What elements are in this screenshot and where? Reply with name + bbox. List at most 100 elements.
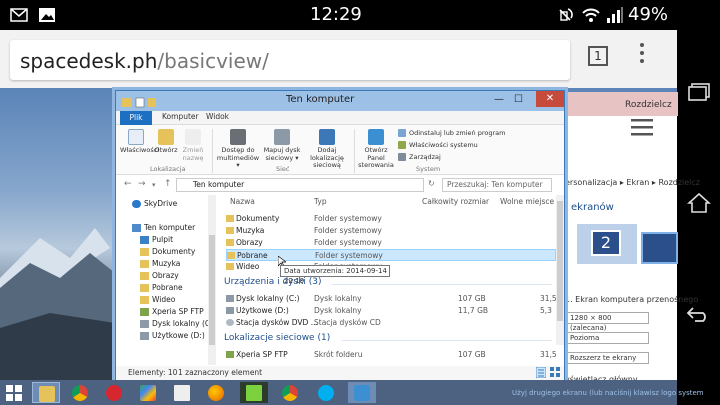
windows-start-icon[interactable]: [6, 385, 22, 405]
browser-menu-icon[interactable]: [640, 43, 646, 67]
system-properties-button[interactable]: Właściwości systemu: [398, 141, 478, 149]
close-icon[interactable]: ✕: [536, 91, 564, 107]
file-explorer-icon[interactable]: [32, 382, 60, 403]
url-input[interactable]: spacedesk.ph/basicview/: [10, 40, 570, 80]
up-arrow-icon[interactable]: ↑: [164, 179, 172, 189]
tab-computer[interactable]: Komputer: [162, 112, 199, 121]
display-select[interactable]: 1. Ekran komputera przenośnego: [565, 295, 698, 304]
orientation-select[interactable]: Pozioma: [567, 332, 649, 344]
drive-icon: [140, 320, 149, 328]
firefox-icon[interactable]: [202, 382, 230, 403]
chrome-2-icon[interactable]: [276, 382, 304, 403]
play-store-icon[interactable]: [134, 382, 162, 403]
maximize-icon[interactable]: ☐: [514, 94, 523, 105]
open-icon: [158, 129, 174, 145]
list-item[interactable]: Stacja dysków DVD ... Stacja dysków CD: [226, 317, 556, 329]
nav-item-downloads[interactable]: Pobrane: [140, 283, 183, 292]
chrome-icon[interactable]: [66, 382, 94, 403]
column-name[interactable]: Nazwa: [230, 197, 255, 206]
bgwin-breadcrumb: ersonalizacja ▸ Ekran ▸ Rozdzielcz: [565, 178, 701, 187]
terminal-icon[interactable]: [240, 382, 268, 403]
tiles-view-icon[interactable]: [550, 367, 560, 380]
nav-item-pictures[interactable]: Obrazy: [140, 271, 179, 280]
recent-apps-icon[interactable]: [687, 82, 711, 106]
multi-display-select[interactable]: Rozszerz te ekrany: [567, 352, 649, 364]
properties-button[interactable]: Właściwości: [120, 129, 159, 155]
nav-item-videos[interactable]: Wideo: [140, 295, 175, 304]
section-devices[interactable]: Urządzenia i dyski (3): [224, 277, 322, 287]
content-scroll-thumb[interactable]: [557, 201, 563, 321]
list-item-selected[interactable]: Pobrane Folder systemowy: [226, 249, 556, 261]
monitor-1-preview[interactable]: [641, 232, 678, 264]
back-icon[interactable]: [685, 305, 711, 327]
media-access-button[interactable]: Dostęp do multimediów ▾: [216, 129, 260, 170]
nav-item-desktop[interactable]: Pulpit: [140, 235, 173, 244]
history-chevron-icon[interactable]: ▾: [152, 181, 156, 189]
column-total-size[interactable]: Całkowity rozmiar: [422, 197, 489, 206]
nav-item-skydrive[interactable]: SkyDrive: [132, 199, 177, 208]
tab-file[interactable]: Plik: [120, 111, 152, 125]
refresh-icon[interactable]: ↻: [428, 179, 435, 188]
skype-icon[interactable]: [312, 382, 340, 403]
column-type[interactable]: Typ: [314, 197, 327, 206]
address-input[interactable]: Ten komputer: [176, 178, 424, 192]
android-status-bar: 12:29 49%: [0, 0, 677, 30]
content-scrollbar[interactable]: [556, 195, 564, 345]
notepad-icon[interactable]: [168, 382, 196, 403]
list-item[interactable]: Użytkowe (D:) Dysk lokalny 11,7 GB 5,3: [226, 305, 556, 317]
hamburger-icon[interactable]: [631, 118, 655, 140]
map-drive-icon: [274, 129, 290, 145]
list-item[interactable]: Dokumenty Folder systemowy: [226, 213, 556, 225]
add-network-location-button[interactable]: Dodaj lokalizację sieciową: [304, 129, 350, 170]
forward-arrow-icon[interactable]: →: [138, 179, 146, 189]
monitor-preview[interactable]: 2: [577, 224, 637, 264]
navigation-pane: SkyDrive Ten komputer Pulpit Dokumenty M…: [116, 195, 216, 365]
list-item[interactable]: Xperia SP FTP Skrót folderu 107 GB 31,5: [226, 349, 557, 361]
open-button[interactable]: Otwórz: [154, 129, 178, 155]
nav-scrollbar[interactable]: [208, 195, 216, 365]
list-item[interactable]: WideoFolder systemowy: [226, 261, 556, 273]
folder-icon: [140, 260, 149, 268]
folder-icon: [226, 239, 234, 246]
home-icon[interactable]: [686, 192, 712, 218]
list-item[interactable]: Obrazy Folder systemowy: [226, 237, 556, 249]
nav-item-xperia-ftp[interactable]: Xperia SP FTP: [140, 307, 204, 316]
opera-icon[interactable]: [100, 382, 128, 403]
tab-switcher-button[interactable]: 1: [588, 46, 608, 66]
control-panel-button[interactable]: Otwórz Panel sterowania: [358, 129, 394, 170]
search-input[interactable]: Przeszukaj: Ten komputer: [442, 178, 552, 192]
section-network[interactable]: Lokalizacje sieciowe (1): [224, 333, 330, 343]
rename-button[interactable]: Zmień nazwę: [180, 129, 206, 162]
nav-item-music[interactable]: Muzyka: [140, 259, 180, 268]
status-selected: 1 zaznaczony element: [178, 368, 263, 377]
resolution-select[interactable]: 1280 × 800 (zalecana): [567, 312, 649, 332]
folder-icon: [140, 272, 149, 280]
manage-button[interactable]: Zarządzaj: [398, 153, 441, 161]
back-arrow-icon[interactable]: ←: [124, 179, 132, 189]
spacedesk-icon[interactable]: [348, 382, 376, 403]
properties-icon: [128, 129, 144, 145]
battery-level: 49%: [628, 4, 669, 25]
explorer-titlebar[interactable]: Ten komputer — ☐ ✕: [116, 91, 564, 111]
address-bar: ← → ▾ ↑ Ten komputer ↻ Przeszukaj: Ten k…: [116, 177, 564, 193]
ribbon: Właściwości Otwórz Zmień nazwę Lokalizac…: [116, 125, 564, 175]
media-icon: [230, 129, 246, 145]
minimize-icon[interactable]: —: [494, 94, 504, 105]
explorer-window: Ten komputer — ☐ ✕ Plik Komputer Widok W…: [115, 90, 565, 380]
map-drive-button[interactable]: Mapuj dysk sieciowy ▾: [262, 129, 302, 162]
nav-item-drive-d[interactable]: Użytkowe (D:): [140, 331, 205, 340]
list-item[interactable]: Muzyka Folder systemowy: [226, 225, 556, 237]
nav-item-this-pc[interactable]: Ten komputer: [132, 223, 195, 232]
signal-icon: [606, 6, 624, 24]
list-item[interactable]: Dysk lokalny (C:) Dysk lokalny 107 GB 31,5: [226, 293, 557, 305]
details-view-icon[interactable]: [535, 366, 547, 380]
column-free-space[interactable]: Wolne miejsce: [500, 197, 554, 206]
nav-item-drive-c[interactable]: Dysk lokalny (C:): [140, 319, 216, 328]
nav-item-documents[interactable]: Dokumenty: [140, 247, 195, 256]
status-clock: 12:29: [310, 4, 362, 25]
nav-scroll-thumb[interactable]: [209, 235, 215, 345]
uninstall-program-button[interactable]: Odinstaluj lub zmień program: [398, 129, 505, 137]
ribbon-tabs: Plik Komputer Widok: [116, 111, 564, 125]
tab-view[interactable]: Widok: [206, 112, 229, 121]
status-items: Elementy: 10: [128, 368, 178, 377]
